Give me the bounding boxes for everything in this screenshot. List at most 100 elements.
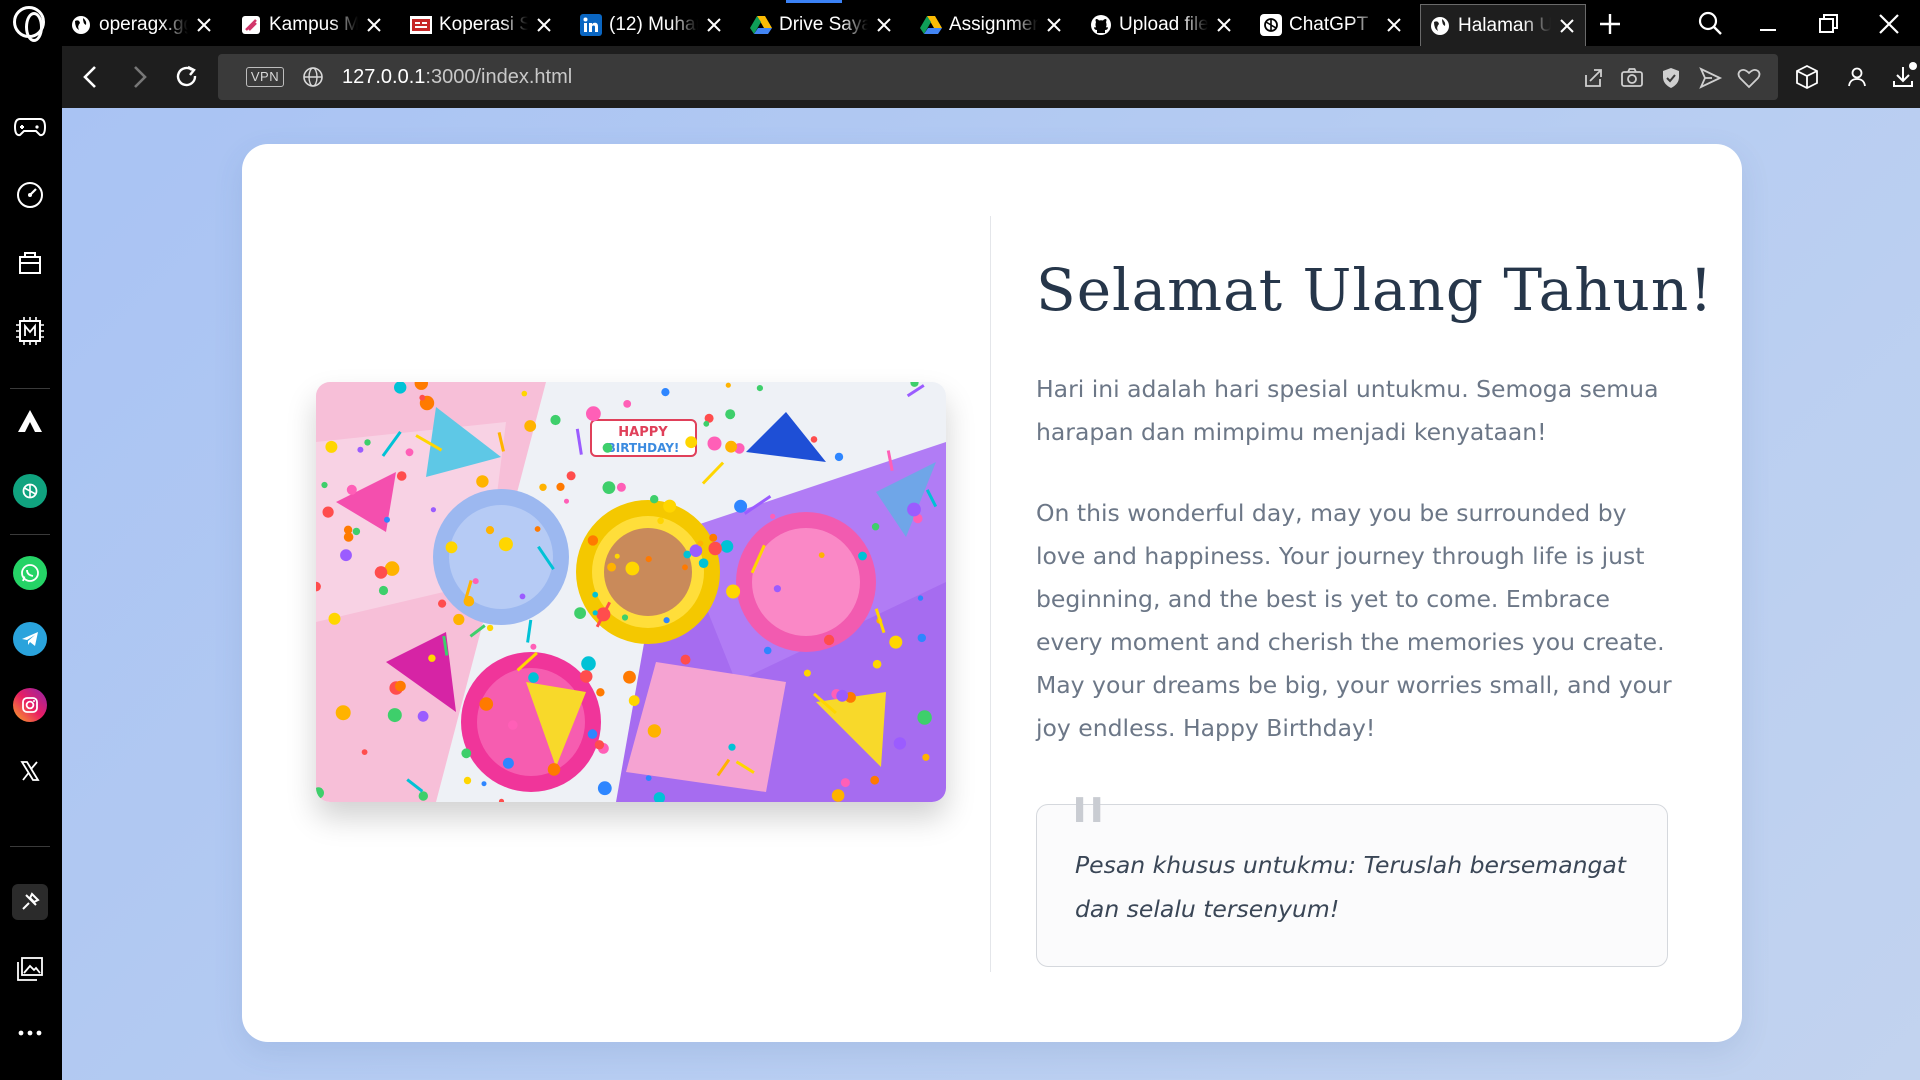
confetti-dot <box>364 439 371 446</box>
close-tab-icon[interactable] <box>1214 15 1234 35</box>
cpu-limiter-icon[interactable] <box>13 314 47 348</box>
confetti-dot <box>534 526 541 532</box>
restore-icon[interactable] <box>1812 8 1844 40</box>
extensions-cube-icon[interactable] <box>1792 62 1822 92</box>
sidebar-divider <box>10 388 50 389</box>
tab-linkedin[interactable]: (12) Muhammad <box>572 4 732 46</box>
tab-kampus-merdeka[interactable]: Kampus Merdeka <box>232 4 392 46</box>
column-divider <box>990 216 991 972</box>
adblock-shield-icon[interactable] <box>1658 65 1684 91</box>
confetti-dot <box>530 643 537 650</box>
tab-chatgpt[interactable]: ChatGPT <box>1252 4 1412 46</box>
tab-operagx[interactable]: operagx.gg <box>62 4 222 46</box>
bookmark-heart-icon[interactable] <box>1736 65 1762 91</box>
close-tab-icon[interactable] <box>364 15 384 35</box>
profile-icon[interactable] <box>1842 62 1872 92</box>
address-bar[interactable]: VPN 127.0.0.1:3000/index.html <box>218 54 1778 100</box>
tab-search-icon[interactable] <box>1694 8 1726 40</box>
google-drive-icon <box>750 14 772 36</box>
confetti-dot <box>328 612 341 625</box>
tab-title: (12) Muhammad <box>609 14 698 35</box>
minimize-icon[interactable] <box>1752 8 1784 40</box>
forward-icon[interactable] <box>124 62 154 92</box>
sidebar-divider <box>10 846 50 847</box>
gx-corner-icon[interactable] <box>13 246 47 280</box>
chatgpt-icon[interactable] <box>13 474 47 508</box>
close-tab-icon[interactable] <box>1384 15 1404 35</box>
instagram-icon[interactable] <box>13 688 47 722</box>
confetti-dot <box>519 593 526 600</box>
confetti-dot <box>708 541 722 556</box>
confetti-dot <box>756 385 763 392</box>
sidebar <box>0 46 62 1080</box>
telegram-icon[interactable] <box>13 622 47 656</box>
confetti-dot <box>661 388 670 397</box>
reload-icon[interactable] <box>172 62 202 92</box>
confetti-dot <box>417 710 429 722</box>
confetti-dot <box>521 390 528 397</box>
close-tab-icon[interactable] <box>874 15 894 35</box>
send-icon[interactable] <box>1697 65 1723 91</box>
confetti-dot <box>621 614 629 621</box>
koperasi-icon <box>410 14 432 36</box>
confetti-dot <box>834 452 844 462</box>
confetti-dot <box>725 382 731 388</box>
confetti-dot <box>418 791 428 801</box>
tab-koperasi[interactable]: Koperasi Simpan Pinjam <box>402 4 562 46</box>
tab-halaman-ulang-tahun[interactable]: Halaman Ulang Tahun <box>1420 4 1586 46</box>
confetti-dot <box>647 724 662 738</box>
confetti-dot <box>361 749 368 755</box>
tab-github-upload[interactable]: Upload files <box>1082 4 1242 46</box>
downloads-icon[interactable] <box>1888 62 1918 92</box>
confetti-dot <box>663 499 677 513</box>
confetti-dot <box>587 535 599 546</box>
confetti-dot <box>524 420 537 432</box>
url-text[interactable]: 127.0.0.1:3000/index.html <box>342 66 572 89</box>
confetti-dot <box>650 495 659 504</box>
tab-title: Koperasi Simpan Pinjam <box>439 14 528 35</box>
pinboard-pin-icon[interactable] <box>12 884 48 920</box>
globe-icon <box>70 14 92 36</box>
confetti-dot <box>917 595 924 601</box>
snapshot-camera-icon[interactable] <box>1619 65 1645 91</box>
confetti-dot <box>645 775 652 781</box>
close-window-icon[interactable] <box>1873 8 1905 40</box>
new-tab-icon[interactable] <box>1596 10 1624 38</box>
site-info-globe-icon[interactable] <box>302 66 324 88</box>
confetti-dot <box>707 436 722 451</box>
confetti-dot <box>893 737 907 750</box>
back-icon[interactable] <box>76 62 106 92</box>
confetti-dot <box>607 562 616 572</box>
tab-drive-saya[interactable]: Drive Saya <box>742 4 902 46</box>
vpn-badge[interactable]: VPN <box>246 67 284 87</box>
confetti-dot <box>703 420 710 427</box>
confetti-dot <box>628 695 640 706</box>
aria-icon[interactable] <box>13 404 47 438</box>
close-tab-icon[interactable] <box>1557 16 1577 36</box>
tab-assignment[interactable]: Assignment <box>912 4 1072 46</box>
speed-dial-gauge-icon[interactable] <box>13 178 47 212</box>
close-tab-icon[interactable] <box>704 15 724 35</box>
close-tab-icon[interactable] <box>1044 15 1064 35</box>
image-gallery-icon[interactable] <box>13 952 47 986</box>
gx-control-icon[interactable] <box>13 110 47 144</box>
close-tab-icon[interactable] <box>534 15 554 35</box>
confetti-dot <box>728 743 736 751</box>
whatsapp-icon[interactable] <box>13 556 47 590</box>
sidebar-divider <box>10 534 50 535</box>
confetti-dot <box>596 688 605 697</box>
opera-menu-icon[interactable] <box>13 6 45 42</box>
confetti-dot <box>602 442 613 453</box>
share-icon[interactable] <box>1580 65 1606 91</box>
confetti-dot <box>498 537 513 552</box>
tab-title: Kampus Merdeka <box>269 14 358 35</box>
confetti-dot <box>587 729 598 739</box>
confetti-dot <box>616 482 626 492</box>
close-tab-icon[interactable] <box>194 15 214 35</box>
confetti-dot <box>321 481 328 489</box>
confetti-dot <box>725 409 736 420</box>
photo-banner-happy: HAPPY <box>618 425 668 440</box>
confetti-dot <box>486 624 494 632</box>
x-twitter-icon[interactable] <box>13 754 47 788</box>
more-options-icon[interactable] <box>13 1016 47 1050</box>
